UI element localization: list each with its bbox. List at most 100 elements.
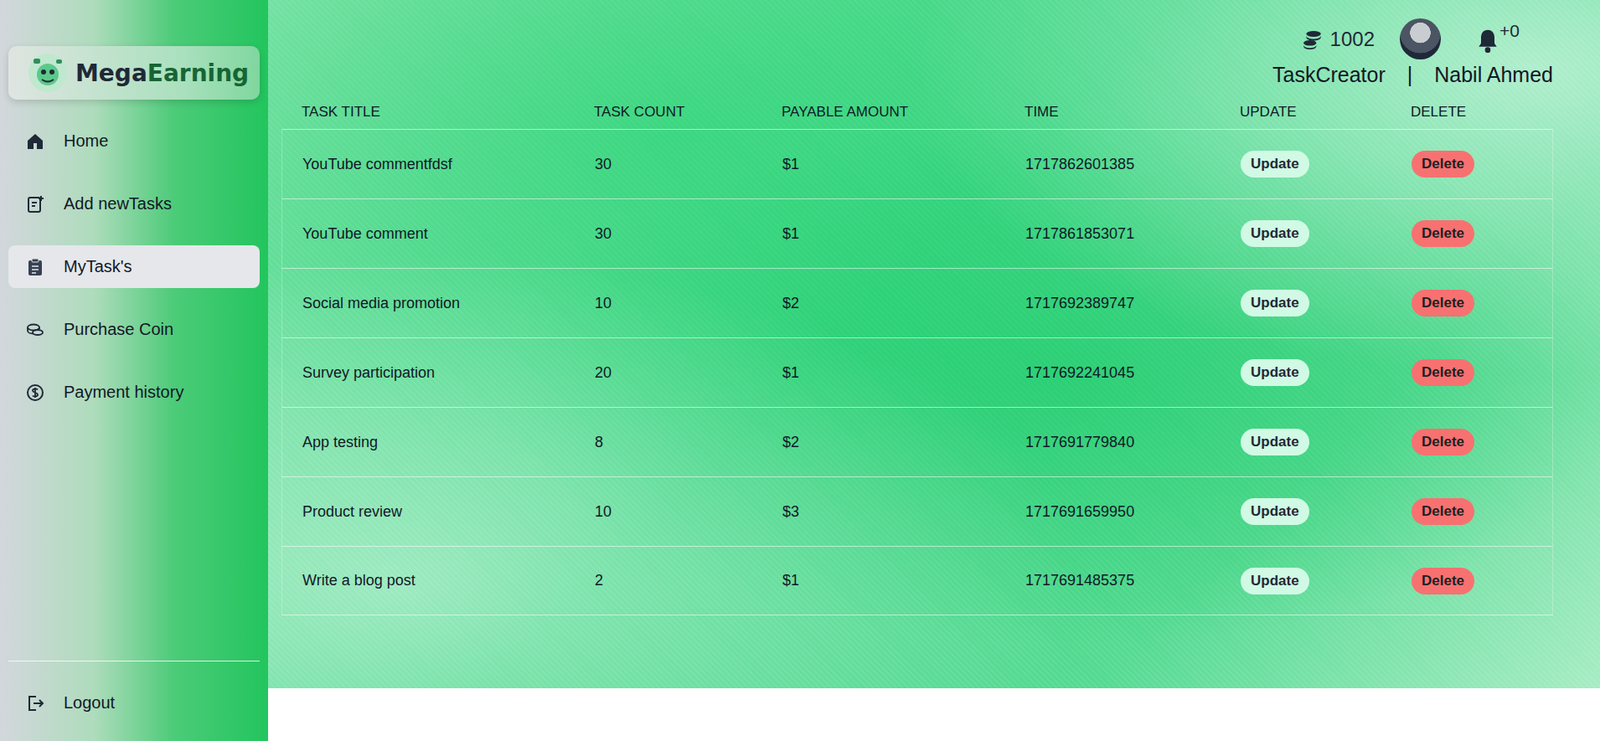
brand-name: MegaEarning <box>75 59 249 88</box>
payable-amount: $1 <box>762 572 1006 590</box>
logout-icon <box>25 693 46 714</box>
task-title: Write a blog post <box>282 572 575 590</box>
task-title: Product review <box>282 503 575 522</box>
sidebar-menu: Home Add newTasks MyTask's Purchase Coin… <box>8 119 260 414</box>
sidebar-item[interactable]: Add newTasks <box>8 182 260 226</box>
delete-button[interactable]: Delete <box>1411 567 1475 595</box>
task-count: 20 <box>574 364 763 382</box>
user-name: Nabil Ahmed <box>1434 62 1554 88</box>
update-button[interactable]: Update <box>1240 150 1310 178</box>
payable-amount: $2 <box>762 294 1006 313</box>
column-header: TASK COUNT <box>573 103 762 121</box>
add-task-icon <box>25 194 46 215</box>
update-cell: Update <box>1220 498 1392 526</box>
sidebar-item[interactable]: Home <box>8 119 260 163</box>
update-cell: Update <box>1220 359 1392 387</box>
sidebar-item-label: Home <box>63 131 109 151</box>
separator: | <box>1407 62 1414 88</box>
update-cell: Update <box>1220 567 1392 595</box>
delete-cell: Delete <box>1391 220 1553 248</box>
task-title: App testing <box>282 433 575 452</box>
sidebar-item[interactable]: Payment history <box>8 371 260 414</box>
main-content: 1002 +0 TaskCreator | Nabil Ahmed TASK T… <box>268 0 1600 741</box>
column-header: TASK TITLE <box>281 103 574 121</box>
header-top: 1002 +0 <box>1301 18 1554 60</box>
task-title: YouTube commentfdsf <box>282 155 575 174</box>
sidebar-item[interactable]: Purchase Coin <box>8 308 260 351</box>
delete-cell: Delete <box>1391 359 1553 387</box>
delete-button[interactable]: Delete <box>1411 428 1475 456</box>
user-role: TaskCreator <box>1272 62 1386 88</box>
bell-icon <box>1474 27 1502 55</box>
column-header: DELETE <box>1390 103 1554 121</box>
coin-count: 1002 <box>1330 27 1375 52</box>
task-time: 1717692241045 <box>1005 364 1221 382</box>
task-count: 2 <box>574 572 763 590</box>
delete-button[interactable]: Delete <box>1411 150 1475 178</box>
table-header: TASK TITLETASK COUNTPAYABLE AMOUNTTIMEUP… <box>281 95 1554 130</box>
payable-amount: $1 <box>762 364 1006 382</box>
coin-balance: 1002 <box>1301 27 1375 52</box>
task-time: 1717691485375 <box>1005 572 1221 590</box>
update-button[interactable]: Update <box>1240 289 1310 317</box>
content-panel: 1002 +0 TaskCreator | Nabil Ahmed TASK T… <box>268 0 1600 689</box>
table-row: Write a blog post 2 $1 1717691485375 Upd… <box>281 546 1554 616</box>
task-time: 1717861853071 <box>1005 225 1221 243</box>
user-avatar[interactable] <box>1399 18 1441 60</box>
logo-icon <box>26 51 69 94</box>
update-button[interactable]: Update <box>1240 567 1310 595</box>
notification-count: +0 <box>1499 20 1520 42</box>
task-title: YouTube comment <box>282 225 575 243</box>
sidebar-item[interactable]: MyTask's <box>8 245 260 289</box>
update-cell: Update <box>1220 428 1392 456</box>
task-time: 1717691659950 <box>1005 503 1221 522</box>
delete-button[interactable]: Delete <box>1411 498 1475 526</box>
payable-amount: $1 <box>762 225 1006 243</box>
table-row: YouTube comment 30 $1 1717861853071 Upda… <box>281 198 1554 269</box>
tasks-table: TASK TITLETASK COUNTPAYABLE AMOUNTTIMEUP… <box>281 95 1554 616</box>
logout-label: Logout <box>63 693 115 713</box>
notifications[interactable]: +0 <box>1465 20 1517 58</box>
payable-amount: $1 <box>762 155 1006 174</box>
delete-button[interactable]: Delete <box>1411 289 1475 317</box>
update-button[interactable]: Update <box>1240 359 1310 387</box>
table-row: Social media promotion 10 $2 17176923897… <box>281 268 1554 338</box>
header: 1002 +0 TaskCreator | Nabil Ahmed <box>281 18 1554 88</box>
delete-cell: Delete <box>1391 567 1553 595</box>
task-count: 10 <box>574 294 763 313</box>
task-count: 8 <box>574 433 763 452</box>
sidebar-item-label: Payment history <box>63 382 184 403</box>
delete-cell: Delete <box>1391 150 1553 178</box>
task-title: Survey participation <box>282 364 575 382</box>
task-time: 1717691779840 <box>1005 433 1221 452</box>
delete-cell: Delete <box>1391 498 1553 526</box>
task-time: 1717862601385 <box>1005 155 1221 174</box>
update-cell: Update <box>1220 220 1392 248</box>
update-button[interactable]: Update <box>1240 498 1310 526</box>
task-count: 10 <box>574 503 763 522</box>
table-row: Survey participation 20 $1 1717692241045… <box>281 337 1554 408</box>
sidebar-item-label: MyTask's <box>63 257 133 277</box>
delete-button[interactable]: Delete <box>1411 359 1475 387</box>
page: MegaEarning Home Add newTasks MyTask's P… <box>0 0 1600 741</box>
brand-logo[interactable]: MegaEarning <box>8 46 260 100</box>
update-button[interactable]: Update <box>1240 428 1310 456</box>
delete-button[interactable]: Delete <box>1411 220 1475 248</box>
sidebar: MegaEarning Home Add newTasks MyTask's P… <box>0 0 269 741</box>
table-row: YouTube commentfdsf 30 $1 1717862601385 … <box>281 129 1554 199</box>
update-cell: Update <box>1220 150 1392 178</box>
task-count: 30 <box>574 225 763 243</box>
column-header: UPDATE <box>1219 103 1391 121</box>
task-title: Social media promotion <box>282 294 575 313</box>
update-button[interactable]: Update <box>1240 220 1310 248</box>
update-cell: Update <box>1220 289 1392 317</box>
column-header: TIME <box>1004 103 1220 121</box>
delete-cell: Delete <box>1391 428 1553 456</box>
column-header: PAYABLE AMOUNT <box>761 103 1005 121</box>
logout-button[interactable]: Logout <box>8 681 260 725</box>
table-row: App testing 8 $2 1717691779840 Update De… <box>281 407 1554 477</box>
table-row: Product review 10 $3 1717691659950 Updat… <box>281 476 1554 547</box>
sidebar-item-label: Purchase Coin <box>63 320 174 340</box>
clipboard-icon <box>25 257 46 278</box>
coin-stack-icon <box>1301 28 1324 51</box>
